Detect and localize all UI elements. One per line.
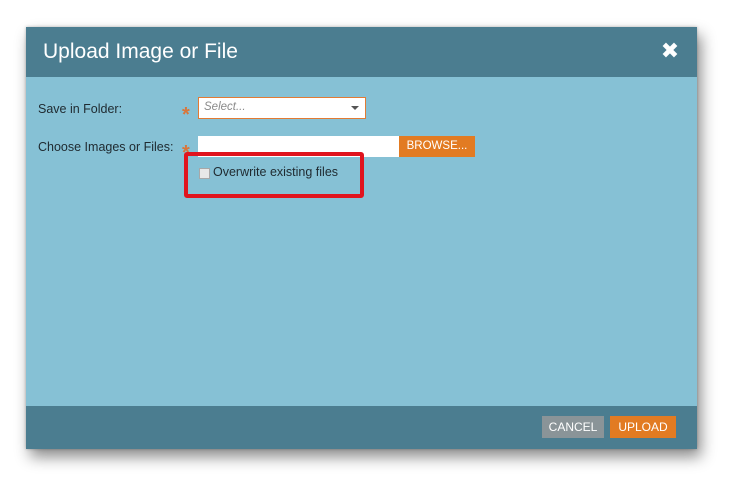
files-label: Choose Images or Files: [38,140,174,154]
dialog-footer: CANCEL UPLOAD [26,406,697,449]
upload-dialog: Upload Image or File ✖ Save in Folder: *… [26,27,697,449]
upload-button[interactable]: UPLOAD [610,416,676,438]
folder-required-marker: * [182,104,190,126]
cancel-button[interactable]: CANCEL [542,416,604,438]
dialog-header: Upload Image or File ✖ [26,27,697,77]
folder-label: Save in Folder: [38,102,123,116]
folder-select[interactable]: Select... [198,97,366,119]
folder-select-placeholder: Select... [204,101,246,113]
dialog-title: Upload Image or File [43,40,238,63]
close-icon[interactable]: ✖ [659,40,681,62]
browse-button[interactable]: BROWSE... [399,136,475,157]
highlight-annotation [184,152,364,198]
chevron-down-icon [351,106,359,110]
